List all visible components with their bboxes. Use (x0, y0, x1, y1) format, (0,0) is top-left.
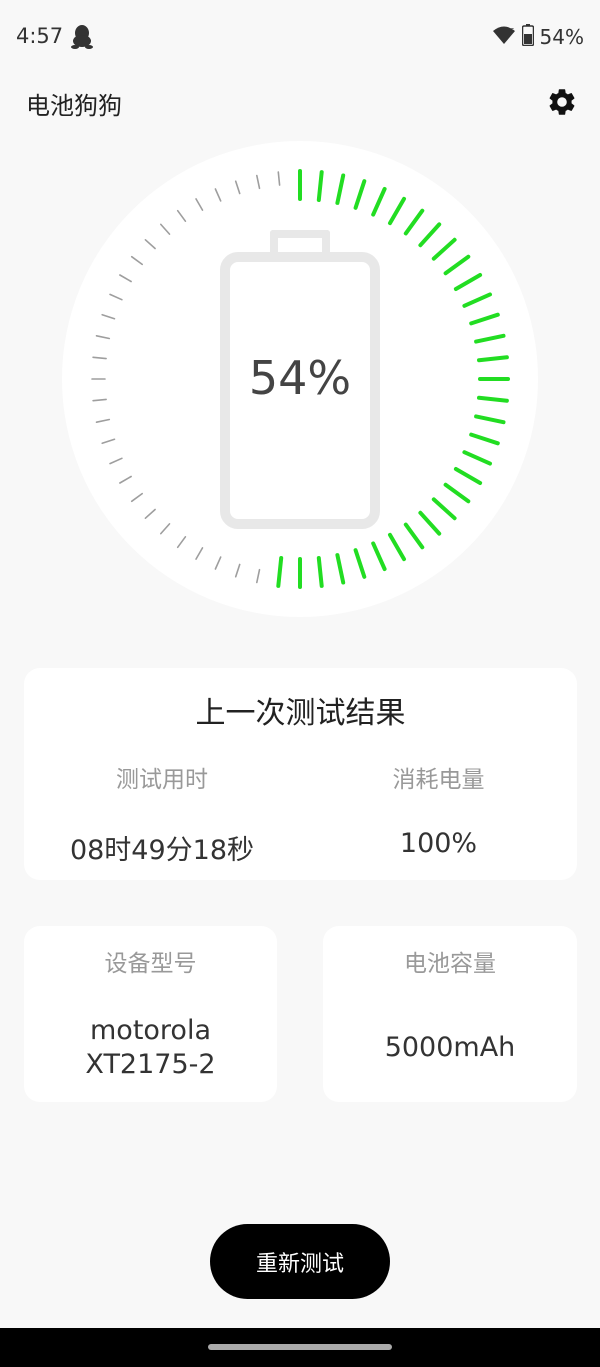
qq-icon (70, 24, 94, 50)
battery-capacity-label: 电池容量 (404, 951, 496, 977)
device-model-line2: XT2175-2 (85, 1049, 216, 1080)
gauge-tick-inactive (109, 293, 123, 301)
gauge-tick-active (335, 553, 346, 585)
gauge-tick-active (418, 222, 442, 248)
battery-icon (521, 24, 534, 50)
duration-value: 08时49分18秒 (69, 835, 255, 866)
device-model-line1: motorola (90, 1015, 211, 1046)
wifi-icon: 6 (492, 25, 516, 49)
gauge-tick-active (462, 450, 492, 466)
gauge-tick-inactive (277, 171, 281, 186)
gauge-tick-inactive (95, 418, 111, 424)
status-battery-percent: 54% (539, 25, 584, 49)
gauge-tick-inactive (256, 174, 261, 190)
gauge-tick-inactive (176, 209, 187, 222)
screen: 4:57 6 54% 电池狗狗 54% 上一次测试结果 测试用时 消耗电量 08… (0, 0, 600, 1367)
gauge-tick-active (335, 173, 346, 205)
gauge-tick-active (353, 179, 367, 210)
app-title: 电池狗狗 (26, 92, 122, 120)
gauge-tick-active (316, 556, 324, 588)
gauge-tick-active (316, 170, 324, 202)
navigation-bar (0, 1328, 600, 1367)
gauge-tick-active (388, 196, 406, 226)
gauge-tick-active (353, 548, 367, 579)
gauge-tick-inactive (176, 535, 187, 549)
status-icons: 6 54% (492, 24, 584, 50)
gauge-percent: 54% (248, 351, 352, 405)
gauge-tick-active (276, 556, 284, 588)
battery-capacity-value: 5000mAh (384, 1032, 516, 1063)
retest-button[interactable]: 重新测试 (210, 1224, 390, 1299)
gauge-tick-inactive (95, 335, 111, 340)
gauge-tick-active (469, 312, 500, 326)
gauge-tick-active (462, 292, 492, 308)
gauge-tick-inactive (256, 568, 261, 584)
gauge-tick-inactive (234, 563, 241, 578)
gauge-tick-inactive (101, 438, 116, 445)
last-result-card: 上一次测试结果 测试用时 消耗电量 08时49分18秒 100% (24, 668, 577, 880)
device-model-value: motorola XT2175-2 (24, 1014, 277, 1082)
gauge-tick-inactive (101, 313, 116, 320)
status-time: 4:57 (16, 24, 64, 48)
device-model-label: 设备型号 (104, 951, 197, 977)
battery-gauge: 54% (62, 141, 538, 617)
duration-label: 测试用时 (116, 767, 208, 793)
gauge-tick-inactive (119, 274, 132, 283)
gauge-tick-active (418, 510, 442, 536)
gauge-tick-active (371, 187, 387, 217)
gauge-tick-active (403, 208, 425, 236)
consumed-value: 100% (399, 828, 478, 859)
gauge-tick-inactive (160, 223, 171, 235)
gauge-tick-active (371, 541, 387, 571)
gauge-tick-active (474, 333, 506, 344)
gauge-tick-inactive (144, 508, 156, 520)
gauge-tick-inactive (214, 188, 222, 202)
gauge-tick-active (443, 482, 471, 504)
battery-capacity-card: 电池容量 5000mAh (323, 926, 577, 1102)
gauge-tick-inactive (234, 180, 241, 195)
gauge-tick-active (388, 532, 406, 562)
gear-icon (549, 89, 575, 115)
last-result-title: 上一次测试结果 (195, 696, 406, 731)
status-bar: 4:57 6 54% (0, 0, 600, 76)
gauge-tick-inactive (130, 492, 143, 503)
gauge-tick-active (431, 497, 457, 521)
gauge-tick-active (453, 273, 483, 291)
gauge-tick-active (474, 414, 506, 425)
gauge-tick-active (403, 522, 425, 550)
gauge-tick-inactive (195, 547, 204, 560)
gauge-tick-inactive (119, 475, 132, 484)
gauge-tick-active (443, 254, 471, 276)
gauge-tick-inactive (195, 198, 204, 211)
battery-outline-cap (270, 230, 330, 254)
gauge-tick-inactive (109, 457, 123, 465)
gauge-tick-inactive (144, 239, 156, 250)
device-model-card: 设备型号 motorola XT2175-2 (24, 926, 277, 1102)
svg-text:6: 6 (510, 27, 515, 35)
gauge-tick-active (453, 467, 483, 485)
consumed-label: 消耗电量 (392, 767, 485, 793)
gauge-tick-active (431, 237, 457, 261)
gauge-tick-inactive (214, 556, 222, 570)
gauge-tick-active (469, 432, 500, 446)
settings-button[interactable] (544, 84, 580, 120)
gauge-tick-inactive (160, 523, 171, 535)
gauge-tick-inactive (130, 255, 143, 266)
home-indicator[interactable] (208, 1344, 392, 1350)
